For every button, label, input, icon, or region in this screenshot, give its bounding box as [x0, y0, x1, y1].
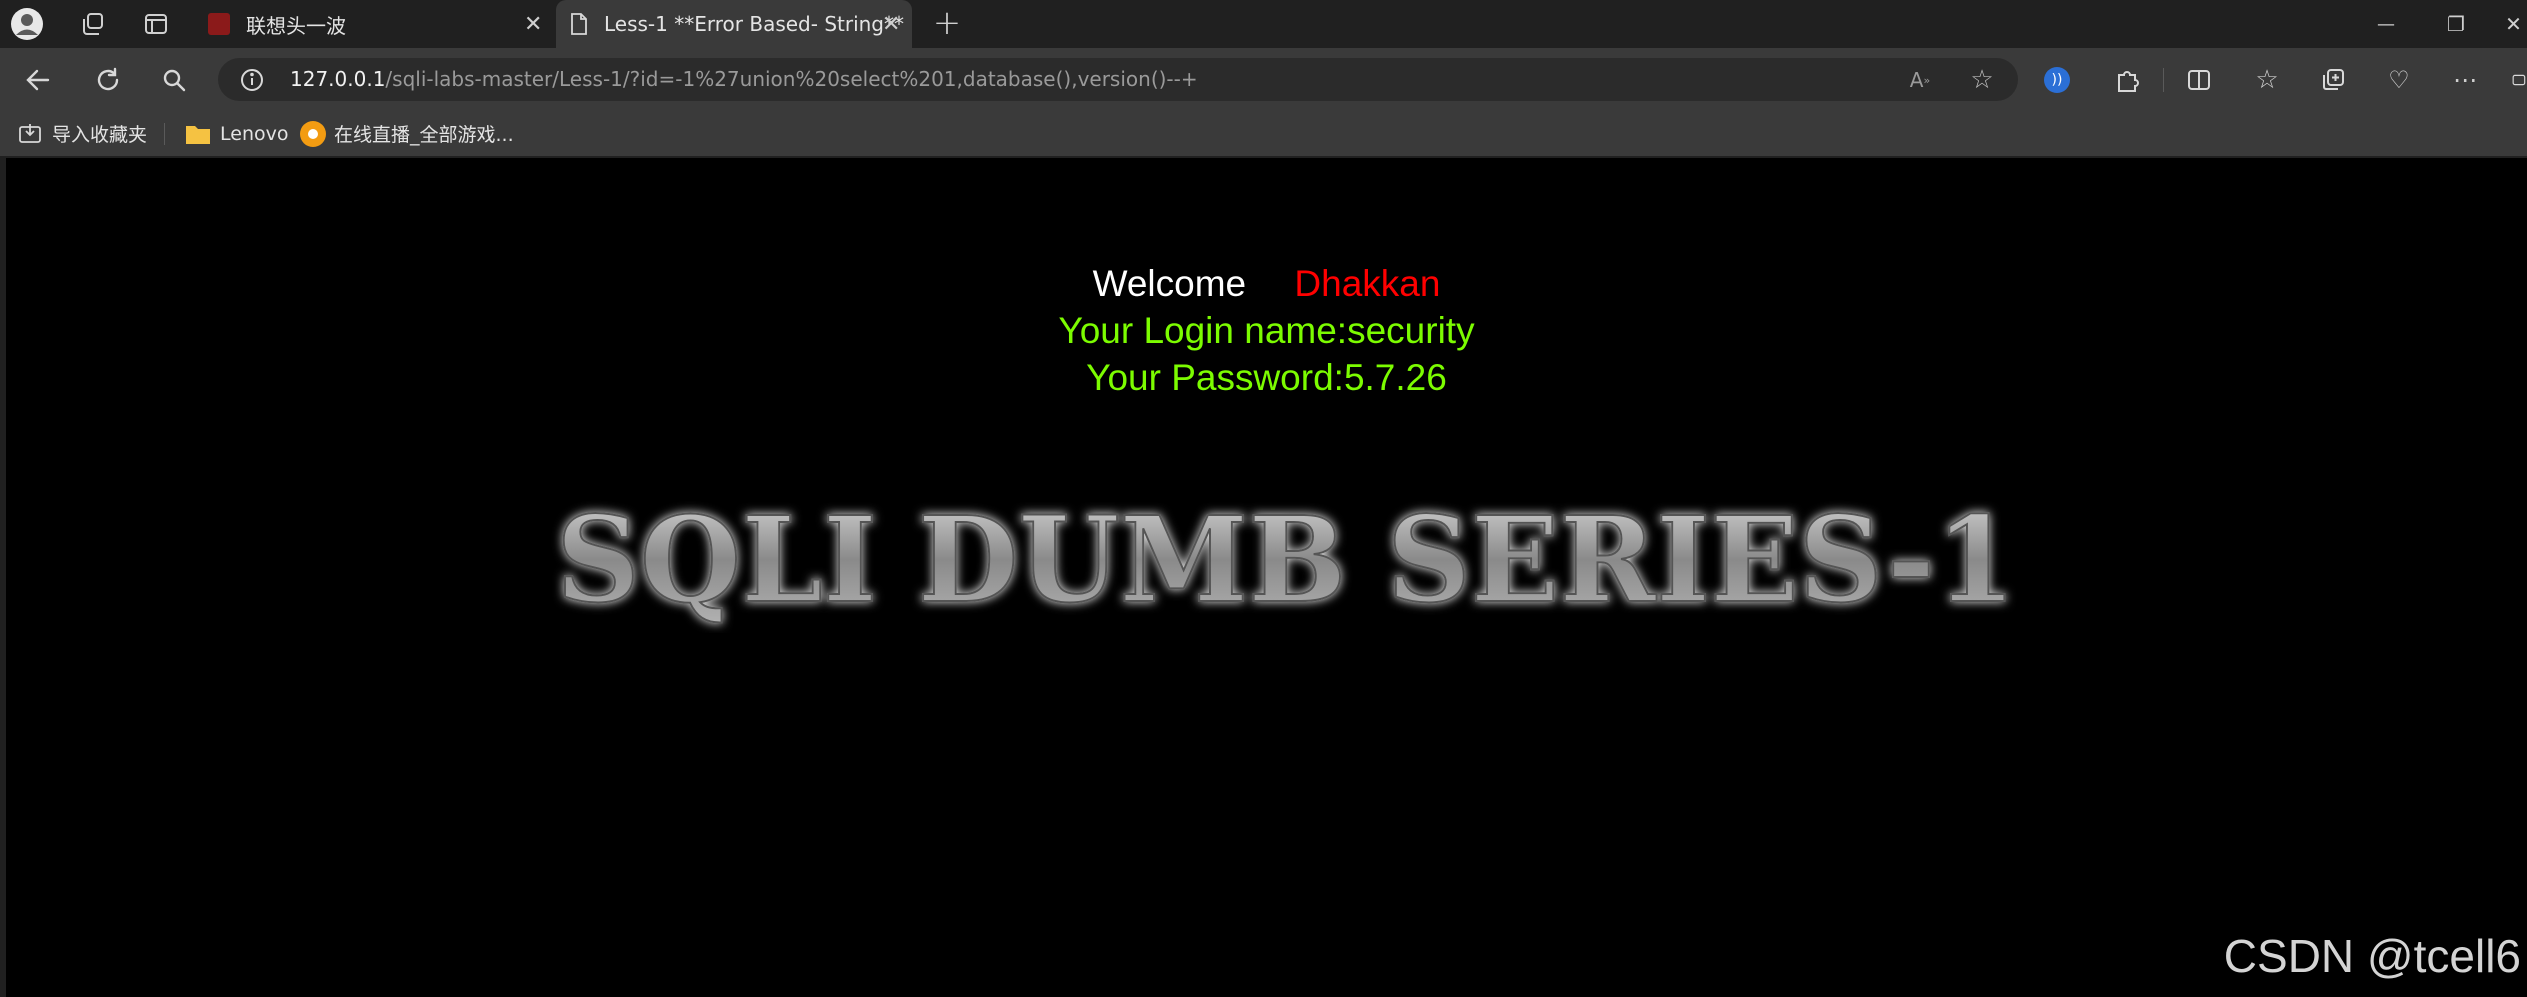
favorite-item-import[interactable]: 导入收藏夹 [16, 111, 147, 156]
favorite-item-live-stream[interactable]: 在线直播_全部游戏... [300, 111, 514, 156]
favorites-bar: 导入收藏夹 Lenovo 在线直播_全部游戏... [0, 111, 2527, 156]
tab-less-1[interactable]: Less-1 **Error Based- String** ✕ [556, 0, 912, 48]
welcome-line: Welcome Dhakkan [6, 263, 2527, 305]
tab-title: Less-1 **Error Based- String** [604, 12, 904, 36]
restore-button[interactable]: ❐ [2436, 6, 2476, 42]
split-screen-icon[interactable] [2184, 65, 2214, 95]
close-tab-icon[interactable]: ✕ [882, 12, 900, 37]
back-arrow-icon[interactable] [22, 64, 54, 96]
favorite-label: 导入收藏夹 [52, 124, 148, 146]
banner-text: SQLI DUMB SERIES-1 [556, 493, 2016, 629]
red-image-favicon-icon [208, 13, 230, 35]
vertical-tabs-icon[interactable] [142, 10, 170, 38]
folder-icon [184, 120, 212, 148]
search-icon[interactable] [158, 64, 190, 96]
tab-strip: 联想头一波 ✕ Less-1 **Error Based- String** ✕… [0, 0, 2527, 48]
page-content: Welcome Dhakkan Your Login name:security… [6, 158, 2527, 997]
favorites-divider [164, 123, 165, 145]
close-tab-icon[interactable]: ✕ [524, 12, 542, 37]
sqli-dumb-series-banner: SQLI DUMB SERIES-1 [555, 493, 2017, 630]
toolbar-divider [2163, 68, 2164, 92]
url-path: /sqli-labs-master/Less-1/?id=-1%27union%… [385, 67, 1198, 91]
minimize-button[interactable]: — [2366, 6, 2406, 42]
extension-blue-icon[interactable]: )) [2044, 67, 2070, 93]
login-name-result: Your Login name:security [1058, 310, 1475, 351]
extensions-puzzle-icon[interactable] [2112, 65, 2142, 95]
more-menu-icon[interactable]: ⋯ [2450, 65, 2480, 95]
address-bar[interactable]: 127.0.0.1/sqli-labs-master/Less-1/?id=-1… [218, 58, 2018, 101]
collections-icon[interactable] [2318, 65, 2348, 95]
tab-lenovo[interactable]: 联想头一波 ✕ [198, 0, 554, 48]
url-text[interactable]: 127.0.0.1/sqli-labs-master/Less-1/?id=-1… [290, 58, 1198, 101]
favorite-label: 在线直播_全部游戏... [334, 124, 514, 146]
import-favorites-icon [16, 120, 44, 148]
navigation-toolbar: 127.0.0.1/sqli-labs-master/Less-1/?id=-1… [0, 48, 2527, 111]
user-name: Dhakkan [1294, 263, 1441, 304]
profile-avatar-icon[interactable] [10, 7, 44, 41]
password-result: Your Password:5.7.26 [1086, 357, 1447, 398]
workspaces-icon[interactable] [78, 10, 106, 38]
copilot-icon[interactable] [2512, 65, 2527, 95]
read-aloud-icon[interactable]: A» [1906, 66, 1934, 94]
page-icon [568, 12, 590, 36]
url-host: 127.0.0.1 [290, 67, 386, 91]
window-close-button[interactable]: ✕ [2500, 6, 2527, 42]
new-tab-button[interactable]: + [930, 3, 964, 43]
refresh-icon[interactable] [92, 64, 124, 96]
browser-essentials-icon[interactable]: ♡ [2384, 65, 2414, 95]
favorite-star-icon[interactable]: ☆ [1968, 65, 1996, 95]
site-info-icon[interactable] [240, 68, 264, 92]
tab-title: 联想头一波 [246, 13, 346, 38]
favorite-label: Lenovo [220, 122, 289, 145]
live-stream-favicon-icon [300, 120, 326, 147]
favorites-icon[interactable]: ☆ [2252, 65, 2282, 95]
welcome-label: Welcome [1092, 263, 1247, 304]
csdn-watermark: CSDN @tcell6 [2223, 930, 2521, 982]
favorite-item-lenovo[interactable]: Lenovo [184, 111, 288, 156]
